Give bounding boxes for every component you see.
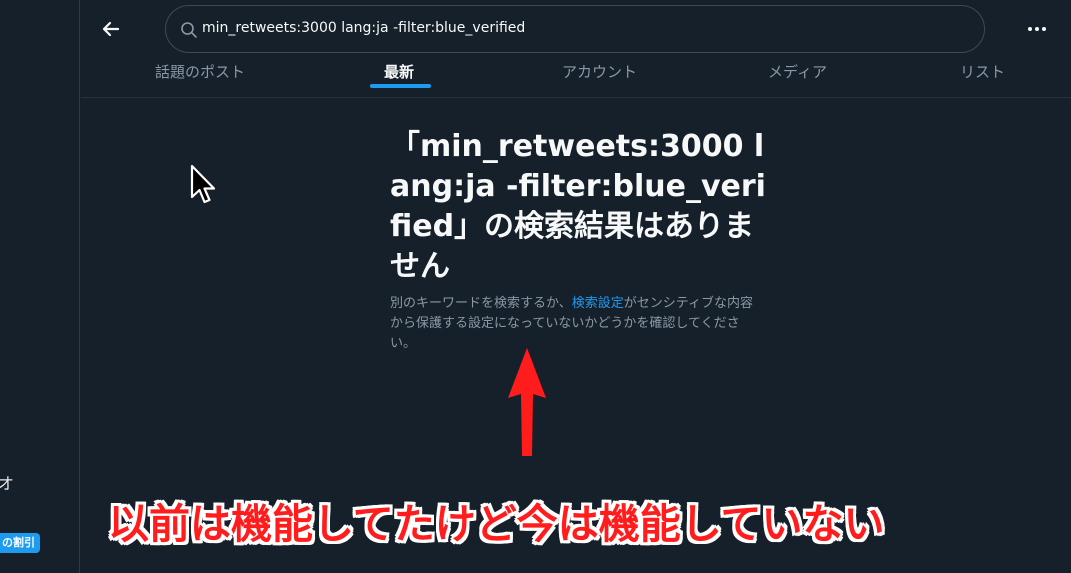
tab-lists[interactable]: リスト (960, 61, 1005, 82)
ellipsis-icon (1028, 27, 1046, 31)
sidebar-cut-text[interactable]: オ (0, 470, 14, 494)
search-bar[interactable]: min_retweets:3000 lang:ja -filter:blue_v… (165, 5, 985, 53)
tab-top-posts[interactable]: 話題のポスト (155, 61, 245, 82)
search-input[interactable]: min_retweets:3000 lang:ja -filter:blue_v… (202, 20, 525, 36)
sidebar-discount-badge[interactable]: の割引 (0, 533, 40, 553)
back-button[interactable] (96, 14, 126, 44)
tab-latest[interactable]: 最新 (384, 61, 414, 82)
more-options-button[interactable] (1022, 16, 1052, 42)
left-sidebar: オ の割引 (0, 0, 80, 573)
empty-state-description: 別のキーワードを検索するか、検索設定がセンシティブな内容から保護する設定になって… (390, 294, 762, 354)
magnifier-icon (181, 22, 197, 38)
arrow-left-icon (102, 21, 120, 37)
empty-state-title: 「min_retweets:3000 lang:ja -filter:blue_… (390, 129, 766, 284)
annotation-caption: 以前は機能してたけど今は機能していない (108, 500, 885, 548)
search-tabs: 話題のポスト 最新 アカウント メディア リスト (81, 55, 1071, 98)
empty-state-text-before: 別のキーワードを検索するか、 (390, 296, 572, 311)
active-tab-indicator (370, 84, 431, 88)
tab-accounts[interactable]: アカウント (562, 61, 637, 82)
search-settings-link[interactable]: 検索設定 (572, 296, 624, 311)
red-up-arrow-icon (508, 348, 546, 456)
mouse-pointer-icon (190, 164, 216, 204)
tab-media[interactable]: メディア (768, 61, 827, 82)
